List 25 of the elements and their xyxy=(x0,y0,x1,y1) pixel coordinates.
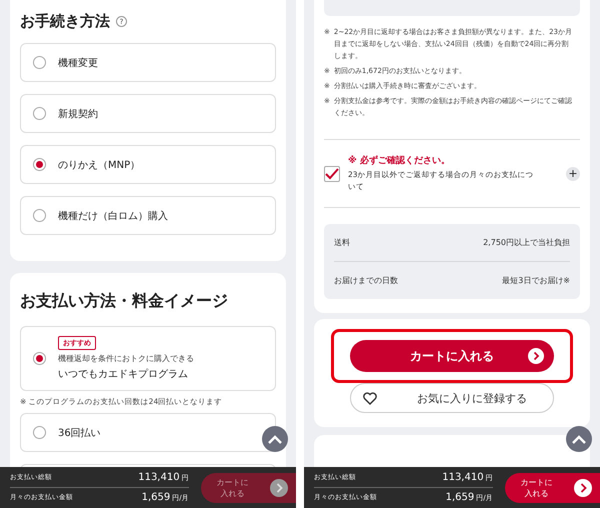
add-to-cart-button[interactable]: カートに 入れる xyxy=(504,472,600,502)
expand-button[interactable]: + xyxy=(566,166,580,180)
option-label: いつでもカエドキプログラム xyxy=(58,368,188,381)
checkbox[interactable] xyxy=(324,166,340,182)
heart-icon xyxy=(363,392,377,404)
chevron-up-icon xyxy=(572,434,586,444)
radio-option[interactable]: 機種変更 xyxy=(20,43,276,82)
chevron-right-icon xyxy=(270,478,288,496)
radio-option[interactable]: 新規契約 xyxy=(20,94,276,133)
section-title: お手続き方法 xyxy=(20,12,110,31)
chevron-up-icon xyxy=(268,434,282,444)
radio-option[interactable]: のりかえ（MNP） xyxy=(20,145,276,184)
add-to-cart-button[interactable]: カートに入れる xyxy=(350,340,554,372)
chevron-right-icon xyxy=(528,348,544,364)
chevron-right-icon xyxy=(574,478,592,496)
radio-option[interactable]: 機種だけ（白ロム）購入 xyxy=(20,196,276,235)
delivery-label: お届けまでの日数 xyxy=(334,275,398,286)
delivery-value: 最短3日でお届け※ xyxy=(502,275,570,286)
option-caption: 機種返却を条件におトクに購入できる xyxy=(58,353,194,364)
delivery-value: 2,750円以上で当社負担 xyxy=(483,237,570,248)
delivery-label: 送料 xyxy=(334,237,350,248)
favorite-button[interactable]: お気に入りに登録する xyxy=(350,383,554,413)
scroll-top-button[interactable] xyxy=(566,426,592,452)
confirm-heading: ※ 必ずご確認ください。 xyxy=(348,154,451,167)
section-title: お支払い方法・料金イメージ xyxy=(20,291,229,312)
